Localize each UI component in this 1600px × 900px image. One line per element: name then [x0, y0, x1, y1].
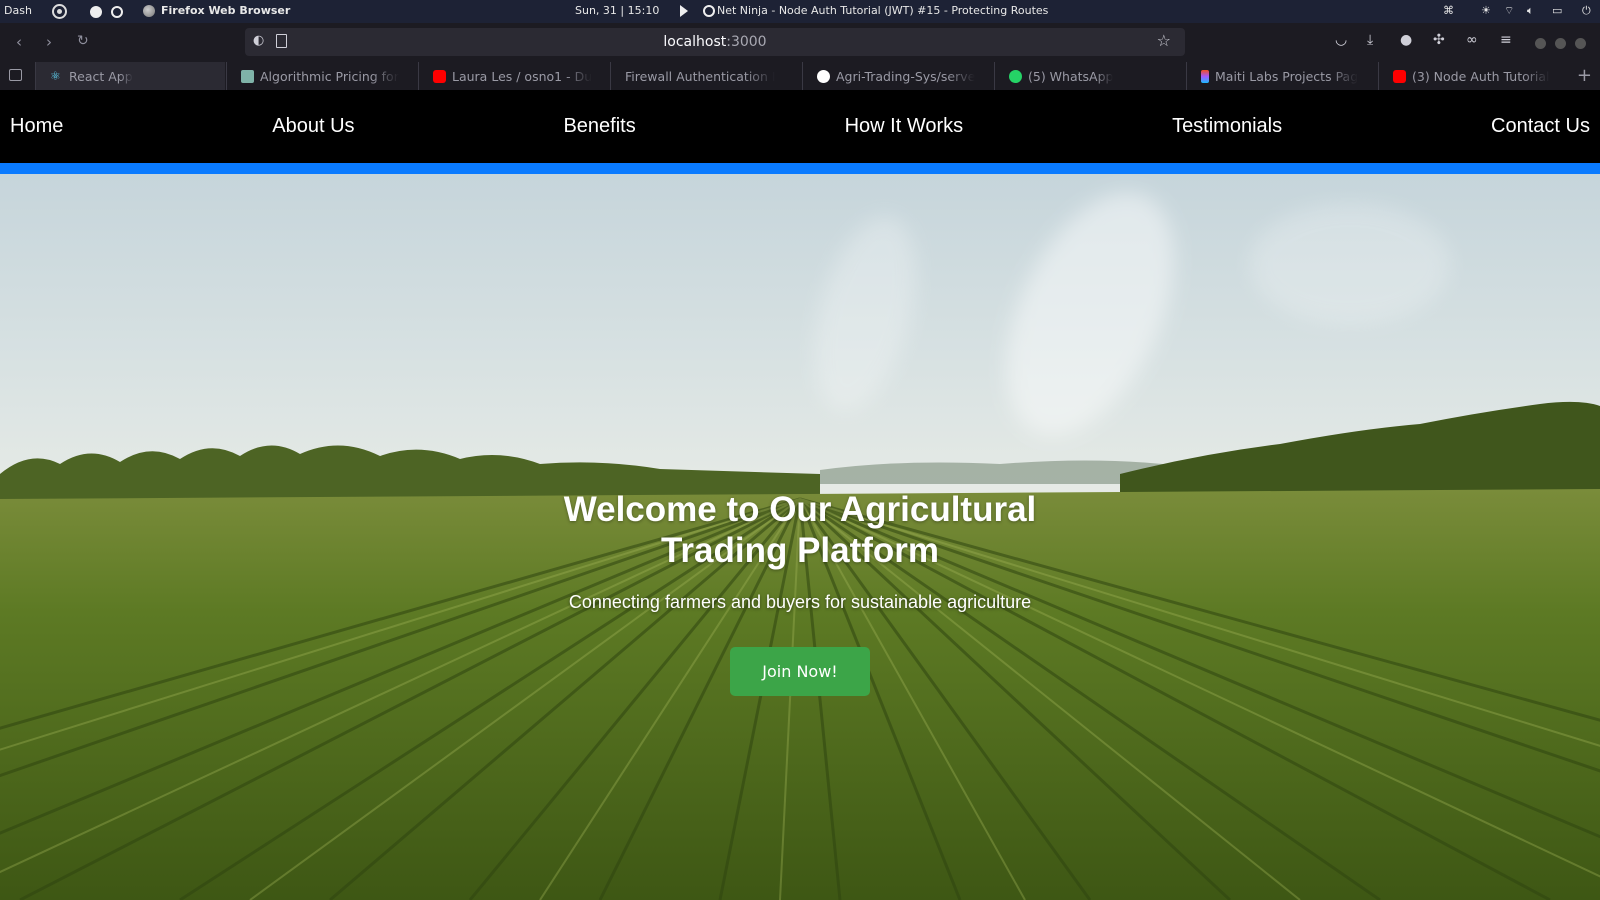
activities-icon[interactable]	[52, 4, 67, 19]
close-button[interactable]	[1575, 38, 1586, 49]
firefox-app-icon	[143, 5, 155, 17]
join-now-button[interactable]: Join Now!	[730, 647, 870, 696]
back-icon[interactable]: ‹	[16, 33, 22, 51]
hero-subtitle: Connecting farmers and buyers for sustai…	[568, 592, 1032, 612]
container-icon[interactable]: ∞	[1466, 32, 1478, 48]
os-top-panel: Dash Firefox Web Browser Sun, 31 | 15:10…	[0, 0, 1600, 23]
tab-algorithmic-pricing[interactable]: Algorithmic Pricing for	[226, 62, 416, 90]
network-tray-icon[interactable]: ⌘	[1443, 4, 1454, 17]
extensions-icon[interactable]: ✣	[1433, 32, 1445, 48]
pocket-icon[interactable]: ◡	[1335, 32, 1347, 48]
reload-icon[interactable]: ↻	[77, 33, 89, 49]
workspace-2-indicator[interactable]	[111, 6, 123, 18]
tab-whatsapp[interactable]: (5) WhatsApp	[994, 62, 1184, 90]
wifi-icon[interactable]: ⌔	[1504, 4, 1514, 18]
github-favicon-icon	[817, 69, 830, 83]
account-icon[interactable]: ●	[1400, 32, 1412, 48]
tab-title: Algorithmic Pricing for	[260, 68, 399, 84]
url-port: :3000	[726, 34, 767, 50]
nav-benefits[interactable]: Benefits	[563, 115, 635, 138]
tab-strip: ⚛ React App Algorithmic Pricing for Laur…	[0, 62, 1600, 90]
maximize-button[interactable]	[1555, 38, 1566, 49]
browser-toolbar: ‹ › ↻ ◐ localhost:3000 ☆ ◡ ⤓ ● ✣ ∞ ≡	[0, 23, 1600, 62]
play-icon[interactable]	[680, 5, 688, 17]
tab-youtube-laura-les[interactable]: Laura Les / osno1 - Du	[418, 62, 608, 90]
tab-title: (5) WhatsApp	[1028, 68, 1114, 84]
react-favicon-icon: ⚛	[50, 68, 61, 83]
figma-favicon-icon	[1201, 69, 1209, 83]
hero-content: Welcome to Our Agricultural Trading Plat…	[0, 174, 1600, 900]
new-tab-icon[interactable]: +	[1577, 65, 1592, 86]
nav-home[interactable]: Home	[10, 115, 63, 138]
nav-testimonials[interactable]: Testimonials	[1172, 115, 1282, 138]
volume-icon[interactable]: 🔈︎	[1527, 4, 1534, 18]
menu-icon[interactable]: ≡	[1500, 32, 1512, 48]
nav-how-it-works[interactable]: How It Works	[845, 115, 964, 138]
tab-node-auth-tutorial[interactable]: (3) Node Auth Tutorial	[1378, 62, 1568, 90]
brightness-icon[interactable]: ☀	[1481, 4, 1491, 17]
url-text[interactable]: localhost:3000	[245, 34, 1185, 50]
workspace-1-indicator[interactable]	[90, 6, 102, 18]
nav-accent-bar	[0, 163, 1600, 174]
dash-button[interactable]: Dash	[4, 4, 32, 17]
tab-maiti-labs[interactable]: Maiti Labs Projects Pag	[1186, 62, 1376, 90]
whatsapp-favicon-icon	[1009, 69, 1022, 83]
nav-about-us[interactable]: About Us	[272, 115, 354, 138]
bookmark-star-icon[interactable]: ☆	[1157, 31, 1171, 50]
media-title[interactable]: Net Ninja - Node Auth Tutorial (JWT) #15…	[717, 4, 1048, 17]
media-source-icon	[703, 5, 715, 17]
tab-title: Firewall Authentication K	[625, 68, 775, 84]
downloads-icon[interactable]: ⤓	[1367, 32, 1373, 48]
tab-react-app[interactable]: ⚛ React App	[35, 62, 225, 90]
site-nav: Home About Us Benefits How It Works Test…	[0, 90, 1600, 163]
power-icon[interactable]: ⏻	[1582, 4, 1591, 18]
hero-title: Welcome to Our Agricultural Trading Plat…	[563, 490, 1037, 570]
tab-title: React App	[69, 68, 133, 84]
clock[interactable]: Sun, 31 | 15:10	[575, 4, 659, 17]
tab-list-icon[interactable]	[9, 69, 22, 81]
forward-icon[interactable]: ›	[46, 33, 52, 51]
site-favicon-icon	[241, 69, 254, 83]
hero-section: Welcome to Our Agricultural Trading Plat…	[0, 174, 1600, 900]
tab-title: Laura Les / osno1 - Du	[452, 68, 593, 84]
tab-firewall-auth[interactable]: Firewall Authentication K	[610, 62, 800, 90]
battery-icon[interactable]: ▭	[1552, 4, 1562, 17]
youtube-favicon-icon	[433, 69, 446, 83]
tab-title: Agri-Trading-Sys/serve	[836, 68, 976, 84]
nav-contact-us[interactable]: Contact Us	[1491, 115, 1590, 138]
tab-title: (3) Node Auth Tutorial	[1412, 68, 1550, 84]
tab-title: Maiti Labs Projects Pag	[1215, 68, 1359, 84]
minimize-button[interactable]	[1535, 38, 1546, 49]
url-host: localhost	[663, 34, 727, 50]
address-bar[interactable]: ◐ localhost:3000 ☆	[245, 28, 1185, 56]
youtube-favicon-icon	[1393, 69, 1406, 83]
tab-github-agri-trading[interactable]: Agri-Trading-Sys/serve	[802, 62, 992, 90]
active-app-name[interactable]: Firefox Web Browser	[161, 4, 290, 17]
